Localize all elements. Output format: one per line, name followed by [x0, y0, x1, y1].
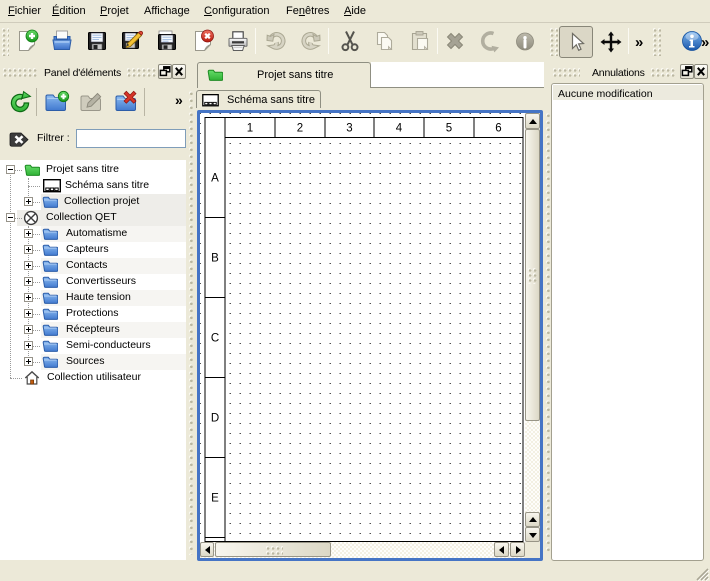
svg-text:4: 4	[395, 123, 402, 135]
svg-text:2: 2	[296, 123, 302, 135]
svg-text:E: E	[211, 493, 219, 505]
svg-text:A: A	[211, 173, 219, 185]
svg-text:6: 6	[495, 123, 501, 135]
svg-text:5: 5	[445, 123, 451, 135]
svg-text:1: 1	[246, 123, 252, 135]
svg-text:B: B	[211, 253, 219, 265]
svg-text:3: 3	[346, 123, 352, 135]
svg-text:C: C	[210, 333, 218, 345]
svg-text:D: D	[210, 413, 218, 425]
